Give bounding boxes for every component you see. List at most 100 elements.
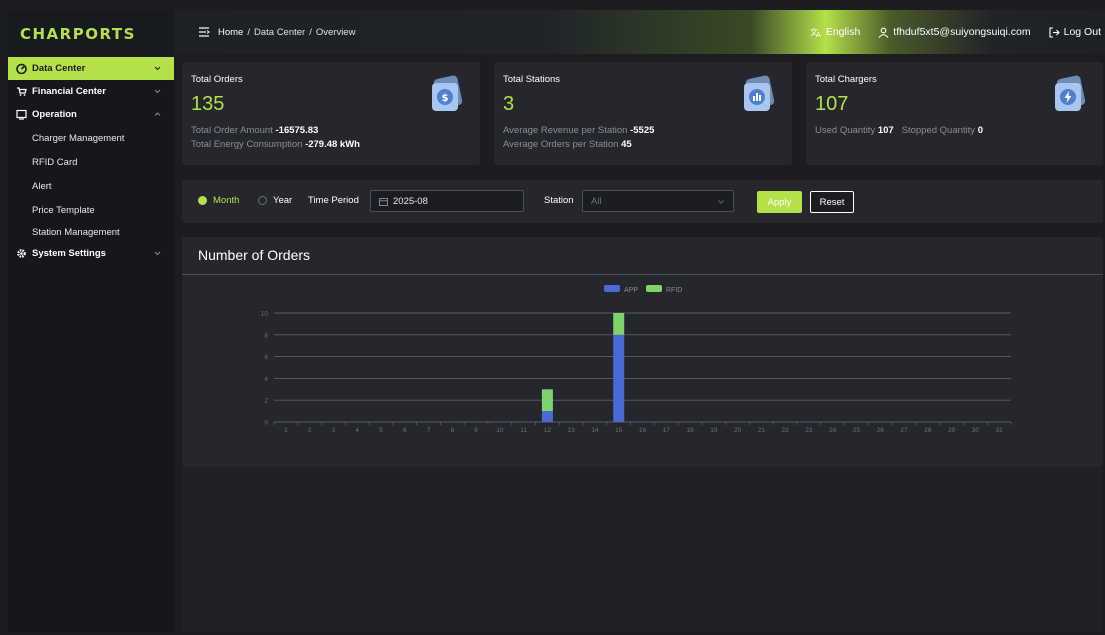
breadcrumb-home[interactable]: Home	[218, 27, 243, 38]
x-tick-label: 8	[450, 427, 454, 434]
legend-swatch	[646, 285, 662, 292]
user-menu[interactable]: tfhduf5xt5@suiyongsuiqi.com	[878, 26, 1031, 38]
x-tick-label: 15	[615, 427, 623, 434]
sidebar-item-label: Data Center	[32, 63, 86, 74]
x-tick-label: 16	[639, 427, 647, 434]
stat-label: Used Quantity	[815, 125, 876, 136]
card-value: 3	[503, 93, 515, 115]
stat-label: Average Orders per Station	[503, 139, 619, 150]
sidebar-subitem-rfid-card[interactable]: RFID Card	[8, 150, 174, 174]
x-tick-label: 19	[710, 427, 718, 434]
chart-title: Number of Orders	[198, 247, 311, 263]
card-stat-line: Average Revenue per Station -5525	[503, 125, 654, 136]
logout-label: Log Out	[1063, 26, 1101, 38]
sidebar-item-financial-center[interactable]: Financial Center	[8, 80, 174, 103]
stat-label: Total Energy Consumption	[191, 139, 303, 150]
gear-icon	[16, 248, 27, 259]
x-tick-label: 6	[403, 427, 407, 434]
radio-checked-icon	[198, 196, 207, 205]
x-tick-label: 17	[663, 427, 671, 434]
stat-value: -16575.83	[275, 125, 319, 136]
x-tick-label: 12	[544, 427, 552, 434]
card-stat-line: Total Energy Consumption -279.48 kWh	[191, 139, 360, 150]
logout-icon	[1049, 26, 1060, 38]
sidebar-subitem-alert[interactable]: Alert	[8, 174, 174, 198]
lightning-icon	[1055, 75, 1085, 111]
legend-label: APP	[624, 287, 638, 294]
sidebar-item-system-settings[interactable]: System Settings	[8, 242, 174, 265]
sidebar: CHARPORTS Data Center Financial Center O…	[8, 10, 174, 632]
stat-value: -5525	[630, 125, 655, 136]
radio-label: Year	[273, 195, 293, 206]
breadcrumb-data-center[interactable]: Data Center	[254, 27, 305, 38]
y-tick-label: 2	[264, 398, 268, 405]
sidebar-subitem-price-template[interactable]: Price Template	[8, 198, 174, 222]
chevron-down-icon	[154, 251, 161, 256]
card-stat-line: Total Order Amount -16575.83	[191, 125, 318, 136]
time-period-label: Time Period	[308, 195, 359, 206]
x-tick-label: 4	[355, 427, 359, 434]
x-tick-label: 18	[686, 427, 694, 434]
month-picker-value: 2025-08	[393, 195, 428, 207]
x-tick-label: 14	[591, 427, 599, 434]
radio-year[interactable]: Year	[258, 195, 292, 206]
card-total-orders: Total Orders 135 Total Order Amount -165…	[182, 62, 480, 165]
monitor-icon	[16, 109, 27, 120]
card-value: 107	[815, 93, 849, 115]
top-header: Home / Data Center / Overview 文A English…	[174, 10, 1105, 54]
orders-chart-panel: Number of Orders APP RFID 0 2 4 6 8 10 1 2 3 4 5 6 7 8 9…	[182, 237, 1103, 467]
card-total-stations: Total Stations 3 Average Revenue per Sta…	[494, 62, 792, 165]
sidebar-item-label: Financial Center	[32, 86, 106, 97]
card-total-chargers: Total Chargers 107 Used Quantity 107 Sto…	[806, 62, 1103, 165]
x-tick-label: 7	[427, 427, 431, 434]
station-select[interactable]: All	[582, 190, 734, 212]
logout-button[interactable]: Log Out	[1049, 26, 1101, 38]
sidebar-subitem-charger-management[interactable]: Charger Management	[8, 126, 174, 150]
card-stat-line: Used Quantity 107 Stopped Quantity 0	[815, 125, 983, 136]
svg-text:A: A	[816, 31, 821, 38]
x-tick-label: 21	[758, 427, 766, 434]
x-tick-label: 31	[995, 427, 1003, 434]
orders-bar-chart: APP RFID02468101 2 3 4 5 6 7 8 9 10 11 12 13 14 15 16 17 1…	[261, 285, 1012, 434]
x-tick-label: 13	[568, 427, 576, 434]
legend-swatch	[604, 285, 620, 292]
brand-logo[interactable]: CHARPORTS	[8, 10, 174, 57]
svg-text:$: $	[442, 93, 449, 104]
stat-value: 0	[977, 125, 983, 136]
radio-label: Month	[213, 195, 240, 206]
y-tick-label: 10	[261, 311, 269, 318]
month-picker[interactable]: 2025-08	[370, 190, 524, 212]
chevron-down-icon	[718, 200, 724, 204]
bar-rfid	[613, 313, 625, 335]
y-tick-label: 8	[264, 332, 268, 339]
reset-button[interactable]: Reset	[810, 191, 854, 213]
card-value: 135	[191, 93, 225, 115]
y-tick-label: 6	[264, 354, 268, 361]
dollar-icon: $	[432, 75, 462, 111]
x-tick-label: 3	[332, 427, 336, 434]
x-tick-label: 20	[734, 427, 742, 434]
station-label: Station	[544, 195, 574, 206]
sidebar-item-operation[interactable]: Operation	[8, 103, 174, 126]
x-tick-label: 10	[496, 427, 504, 434]
bar-app	[541, 411, 553, 422]
dashboard-icon	[16, 63, 27, 74]
language-switcher[interactable]: 文A English	[810, 26, 860, 38]
calendar-icon	[379, 197, 388, 206]
apply-button[interactable]: Apply	[757, 191, 802, 213]
stat-value: -279.48 kWh	[305, 139, 360, 150]
breadcrumb-separator: /	[247, 26, 250, 38]
stat-label: Stopped Quantity	[901, 125, 976, 136]
breadcrumb-overview: Overview	[315, 26, 356, 38]
breadcrumb-separator: /	[309, 26, 312, 38]
menu-toggle-icon[interactable]	[198, 26, 210, 38]
x-tick-label: 25	[853, 427, 861, 434]
bar-rfid	[541, 389, 553, 412]
sidebar-subitem-station-management[interactable]: Station Management	[8, 222, 174, 242]
radio-month[interactable]: Month	[198, 195, 239, 206]
legend-label: RFID	[666, 287, 682, 294]
station-select-value: All	[591, 195, 602, 207]
bar-app	[613, 334, 625, 422]
card-stat-line: Average Orders per Station 45	[503, 139, 632, 150]
sidebar-item-data-center[interactable]: Data Center	[8, 57, 174, 80]
